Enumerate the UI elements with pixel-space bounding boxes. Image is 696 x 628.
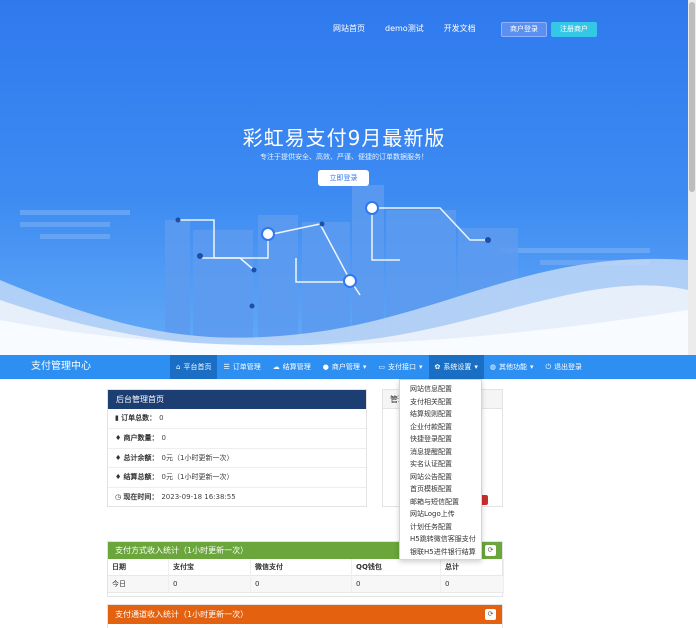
stat-label: 商户数量：: [123, 433, 159, 442]
nav-item-label: 其他功能: [499, 363, 527, 371]
drop-icon: ♦: [115, 453, 124, 462]
table-cell: 0: [352, 576, 441, 593]
scrollbar-thumb[interactable]: [689, 2, 695, 192]
login-now-button[interactable]: 立即登录: [318, 170, 369, 186]
gear-icon: ✿: [434, 363, 441, 371]
table-header: 日期: [108, 559, 169, 576]
stat-label: 现在时间：: [123, 493, 159, 502]
panel-title: 后台管理首页: [108, 390, 366, 409]
nav-item-dashboard[interactable]: ⌂ 平台首页: [170, 355, 218, 379]
table-cell: 今日: [108, 576, 169, 593]
stat-value: 0: [161, 433, 166, 442]
caret-down-icon: ▾: [362, 363, 367, 371]
stat-row: ♦ 总计余额： 0元（1小时更新一次）: [108, 449, 366, 469]
nav-item-orders[interactable]: ☰ 订单管理: [217, 355, 266, 379]
caret-down-icon: ▾: [530, 363, 534, 371]
stat-value: 0元: [161, 473, 173, 482]
menu-item-payment-config[interactable]: 支付相关配置: [400, 396, 481, 409]
hero-banner: 网站首页 demo测试 开发文档 商户登录 注册商户 彩虹易支付9月最新版 专注…: [0, 0, 688, 355]
nav-docs-link[interactable]: 开发文档: [444, 22, 476, 36]
admin-summary-panel: 后台管理首页 ▮ 订单总数： 0 ♦ 商户数量： 0 ♦ 总计余额： 0元（1小时更新…: [107, 389, 367, 507]
merchant-login-button[interactable]: 商户登录: [501, 22, 547, 37]
stat-row: ♦ 商户数量： 0: [108, 429, 366, 449]
menu-item-enterprise-payment[interactable]: 企业付款配置: [400, 421, 481, 434]
list-icon: ☰: [223, 363, 230, 371]
card-icon: ▭: [378, 363, 385, 371]
power-icon: ⏻: [545, 362, 552, 371]
table-header: 总计: [441, 559, 504, 576]
stat-row: ♦ 结算总额： 0元（1小时更新一次）: [108, 468, 366, 489]
hero-subtitle: 专注于提供安全、高效、严谨、便捷的订单数据服务！: [260, 153, 428, 161]
user-icon: ●: [322, 363, 329, 371]
menu-item-site-info[interactable]: 网站信息配置: [400, 383, 481, 396]
panel-title-text: 支付通道收入统计（1小时更新一次）: [115, 610, 249, 619]
menu-item-logo-upload[interactable]: 网站Logo上传: [400, 508, 481, 521]
drop-icon: ♦: [115, 473, 124, 482]
nav-item-system-settings[interactable]: ✿ 系统设置 ▾: [428, 355, 484, 379]
refresh-icon[interactable]: ⟳: [485, 545, 496, 556]
menu-item-announcement[interactable]: 网站公告配置: [400, 471, 481, 484]
menu-item-quick-login[interactable]: 快捷登录配置: [400, 433, 481, 446]
menu-item-settlement-rules[interactable]: 结算规则配置: [400, 408, 481, 421]
stat-value: 2023-09-18 16:38:55: [161, 493, 236, 502]
nav-item-payment-api[interactable]: ▭ 支付接口 ▾: [372, 355, 428, 379]
caret-down-icon: ▾: [474, 363, 478, 371]
table-header: 支付宝: [169, 559, 251, 576]
stat-note: （1小时更新一次）: [172, 453, 234, 462]
menu-item-email-sms[interactable]: 邮箱与短信配置: [400, 496, 481, 509]
caret-down-icon: ▾: [418, 363, 423, 371]
home-icon: ⌂: [176, 363, 181, 371]
panel-title-text: 支付方式收入统计（1小时更新一次）: [115, 546, 249, 555]
nav-demo-link[interactable]: demo测试: [385, 22, 424, 36]
globe-icon: ◍: [489, 363, 496, 371]
stat-note: （1小时更新一次）: [172, 473, 234, 482]
stat-label: 结算总额：: [123, 473, 159, 482]
nav-item-label: 系统设置: [443, 363, 472, 371]
menu-item-homepage-template[interactable]: 首页模板配置: [400, 483, 481, 496]
stat-label: 总计余额：: [123, 453, 159, 462]
table-cell: 0: [169, 576, 251, 593]
stat-row: ▮ 订单总数： 0: [108, 409, 366, 429]
hero-title: 彩虹易支付9月最新版: [242, 126, 446, 150]
nav-item-label: 结算管理: [282, 363, 311, 371]
income-table: 日期 支付宝 微信支付 QQ钱包 总计 今日 0 0 0 0: [108, 559, 504, 593]
stat-row: ◷ 现在时间： 2023-09-18 16:38:55: [108, 488, 366, 508]
nav-item-label: 平台首页: [183, 363, 212, 371]
table-cell: 0: [251, 576, 352, 593]
table-header: QQ钱包: [352, 559, 441, 576]
table-cell: 0: [441, 576, 504, 593]
nav-item-logout[interactable]: ⏻ 退出登录: [540, 355, 589, 379]
stat-value: 0: [159, 414, 164, 422]
nav-item-settlement[interactable]: ☁ 结算管理: [267, 355, 317, 379]
nav-home-link[interactable]: 网站首页: [333, 22, 365, 36]
stat-value: 0元: [161, 453, 173, 462]
nav-item-label: 退出登录: [554, 363, 583, 371]
menu-item-unionpay-h5[interactable]: 银联H5进件银行结算: [400, 546, 481, 559]
nav-item-label: 商户管理: [331, 363, 360, 371]
scrollbar[interactable]: [688, 0, 696, 355]
system-settings-dropdown: 网站信息配置 支付相关配置 结算规则配置 企业付款配置 快捷登录配置 消息提醒配…: [399, 379, 482, 560]
menu-item-real-name[interactable]: 实名认证配置: [400, 458, 481, 471]
panel-title: 支付通道收入统计（1小时更新一次） ⟳: [108, 605, 502, 624]
cloud-icon: ☁: [272, 363, 280, 371]
nav-item-label: 支付接口: [387, 363, 416, 371]
menu-item-cron[interactable]: 计划任务配置: [400, 521, 481, 534]
nav-item-label: 订单管理: [232, 363, 261, 371]
refresh-icon[interactable]: ⟳: [485, 609, 496, 620]
table-header: 微信支付: [251, 559, 352, 576]
admin-navbar: 支付管理中心 ⌂ 平台首页 ☰ 订单管理 ☁ 结算管理 ● 商户管理 ▾ ▭ 支付接口 ▾ ✿…: [0, 355, 696, 379]
menu-item-notifications[interactable]: 消息提醒配置: [400, 446, 481, 459]
drop-icon: ♦: [115, 433, 124, 442]
channel-income-panel: 支付通道收入统计（1小时更新一次） ⟳: [107, 604, 503, 628]
hero-illustration: [0, 185, 688, 355]
nav-item-merchants[interactable]: ● 商户管理 ▾: [317, 355, 373, 379]
menu-item-h5-wechat[interactable]: H5跳转微信客服支付: [400, 533, 481, 546]
top-nav: 网站首页 demo测试 开发文档: [333, 22, 496, 36]
register-merchant-button[interactable]: 注册商户: [551, 22, 597, 37]
nav-item-other[interactable]: ◍ 其他功能 ▾: [484, 355, 540, 379]
brand-title[interactable]: 支付管理中心: [31, 355, 91, 379]
stat-label: 订单总数：: [121, 414, 157, 422]
